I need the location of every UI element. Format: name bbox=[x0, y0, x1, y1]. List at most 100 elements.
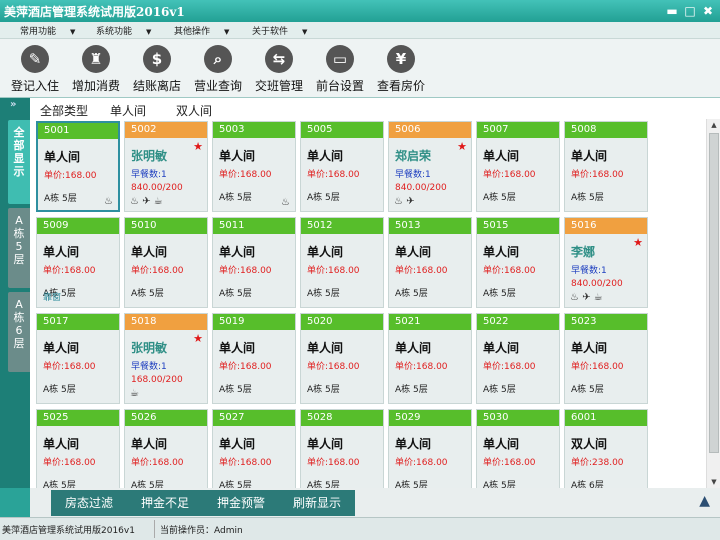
close-button[interactable]: ✖ bbox=[700, 3, 716, 19]
room-card[interactable]: 5011 单人间 单价:168.00 A栋 5层 bbox=[212, 217, 296, 308]
room-price-value: 168.00 bbox=[504, 458, 536, 468]
breakfast-count: 早餐数:1 bbox=[571, 263, 647, 276]
room-card[interactable]: 5005 单人间 单价:168.00 A栋 5层 bbox=[300, 121, 384, 212]
maximize-button[interactable]: □ bbox=[682, 3, 698, 19]
room-card[interactable]: 6001 双人间 单价:238.00 A栋 6层 bbox=[564, 409, 648, 488]
room-card[interactable]: 5015 单人间 单价:168.00 A栋 5层 bbox=[476, 217, 560, 308]
room-price-label: 单价: bbox=[395, 458, 417, 468]
tab-double[interactable]: 双人间 bbox=[176, 102, 212, 119]
room-card[interactable]: 5025 单人间 单价:168.00 A栋 5层 bbox=[36, 409, 120, 488]
vip-star-icon: ★ bbox=[193, 140, 203, 153]
toolbar-button-1[interactable]: ♜ 增加消费 bbox=[61, 43, 131, 95]
room-card[interactable]: 5016 李娜 早餐数:1 840.00/200 ♨ ✈ ☕ ★ bbox=[564, 217, 648, 308]
bottom-bar: 房态过滤 押金不足 押金预警 刷新显示 ▲ bbox=[30, 488, 720, 517]
room-card[interactable]: 5030 单人间 单价:168.00 A栋 5层 bbox=[476, 409, 560, 488]
scroll-thumb[interactable] bbox=[709, 133, 719, 453]
room-price-label: 单价: bbox=[307, 458, 329, 468]
toolbar-button-2[interactable]: $ 结账离店 bbox=[122, 43, 192, 95]
room-card[interactable]: 5017 单人间 单价:168.00 A栋 5层 bbox=[36, 313, 120, 404]
room-number: 5003 bbox=[213, 122, 295, 138]
room-card[interactable]: 5003 单人间 单价:168.00 A栋 5层 ♨ bbox=[212, 121, 296, 212]
nav-tab-char: 栋 bbox=[13, 227, 25, 240]
toolbar-button-3[interactable]: ⌕ 营业查询 bbox=[183, 43, 253, 95]
room-card[interactable]: 5002 张明敏 早餐数:1 840.00/200 ♨ ✈ ☕ ★ bbox=[124, 121, 208, 212]
room-card[interactable]: 5022 单人间 单价:168.00 A栋 5层 bbox=[476, 313, 560, 404]
room-price-label: 单价: bbox=[43, 266, 65, 276]
room-number: 5027 bbox=[213, 410, 295, 426]
toolbar-button-6[interactable]: ¥ 查看房价 bbox=[366, 43, 436, 95]
room-number: 5025 bbox=[37, 410, 119, 426]
room-number: 5015 bbox=[477, 218, 559, 234]
bottle-icon: ♜ bbox=[82, 45, 110, 73]
toolbar-label: 增加消费 bbox=[71, 79, 120, 93]
breakfast-count: 早餐数:1 bbox=[131, 167, 207, 180]
room-type: 单人间 bbox=[483, 341, 520, 355]
room-card[interactable]: 5027 单人间 单价:168.00 A栋 5层 bbox=[212, 409, 296, 488]
room-location: A栋 5层 bbox=[307, 481, 340, 488]
scroll-down-arrow-icon[interactable]: ▼ bbox=[709, 478, 719, 486]
vertical-scrollbar[interactable]: ▲ ▼ bbox=[706, 119, 720, 488]
room-card[interactable]: 5021 单人间 单价:168.00 A栋 5层 bbox=[388, 313, 472, 404]
room-card[interactable]: 5010 单人间 单价:168.00 A栋 5层 bbox=[124, 217, 208, 308]
room-price: 单价:168.00 bbox=[219, 167, 295, 180]
toolbar-button-4[interactable]: ⇆ 交班管理 bbox=[244, 43, 314, 95]
room-price: 单价:168.00 bbox=[483, 167, 559, 180]
toolbar-button-5[interactable]: ▭ 前台设置 bbox=[305, 43, 375, 95]
room-location: A栋 5层 bbox=[131, 481, 164, 488]
room-price-value: 168.00 bbox=[152, 458, 184, 468]
refresh-button[interactable]: 刷新显示 bbox=[279, 490, 355, 516]
toolbar-button-0[interactable]: ✎ 登记入住 bbox=[0, 43, 70, 95]
menu-about[interactable]: 关于软件 ▼ bbox=[252, 24, 307, 37]
room-card[interactable]: 5012 单人间 单价:168.00 A栋 5层 bbox=[300, 217, 384, 308]
room-price: 单价:168.00 bbox=[395, 263, 471, 276]
scroll-up-arrow-icon[interactable]: ▲ bbox=[709, 121, 719, 129]
breakfast-count-value: 1 bbox=[161, 362, 167, 372]
deposit-insufficient-button[interactable]: 押金不足 bbox=[127, 490, 203, 516]
room-card[interactable]: 5023 单人间 单价:168.00 A栋 5层 bbox=[564, 313, 648, 404]
nav-tab-all[interactable]: 全部显示 bbox=[8, 120, 30, 204]
room-price-label: 单价: bbox=[219, 170, 241, 180]
room-filter-button[interactable]: 房态过滤 bbox=[51, 490, 127, 516]
menu-common[interactable]: 常用功能 ▼ bbox=[20, 24, 75, 37]
consumption-deposit: 168.00/200 bbox=[131, 375, 183, 385]
room-card[interactable]: 5018 张明敏 早餐数:1 168.00/200 ☕ ★ bbox=[124, 313, 208, 404]
tab-single[interactable]: 单人间 bbox=[110, 102, 146, 119]
toolbar-label: 交班管理 bbox=[254, 79, 303, 93]
room-number: 5012 bbox=[301, 218, 383, 234]
menu-other[interactable]: 其他操作 ▼ bbox=[174, 24, 229, 37]
room-price-value: 168.00 bbox=[64, 458, 96, 468]
collapse-arrow-icon[interactable]: » bbox=[10, 99, 16, 110]
room-type: 单人间 bbox=[131, 437, 168, 451]
nav-tab-a5[interactable]: A栋5层 bbox=[8, 208, 30, 288]
room-type: 单人间 bbox=[307, 245, 344, 259]
room-card[interactable]: 5026 单人间 单价:168.00 A栋 5层 bbox=[124, 409, 208, 488]
room-type: 单人间 bbox=[483, 149, 520, 163]
breakfast-count-value: 1 bbox=[601, 266, 607, 276]
room-card[interactable]: 5029 单人间 单价:168.00 A栋 5层 bbox=[388, 409, 472, 488]
deposit-warning-button[interactable]: 押金预警 bbox=[203, 490, 279, 516]
room-card[interactable]: 5008 单人间 单价:168.00 A栋 5层 bbox=[564, 121, 648, 212]
room-price-label: 单价: bbox=[571, 362, 593, 372]
room-card[interactable]: 5019 单人间 单价:168.00 A栋 5层 bbox=[212, 313, 296, 404]
room-price: 单价:168.00 bbox=[307, 455, 383, 468]
room-number: 5020 bbox=[301, 314, 383, 330]
room-card[interactable]: 5006 郑启荣 早餐数:1 840.00/200 ♨ ✈ ★ bbox=[388, 121, 472, 212]
room-card[interactable]: 5028 单人间 单价:168.00 A栋 5层 bbox=[300, 409, 384, 488]
room-price-label: 单价: bbox=[483, 266, 505, 276]
consumption-deposit: 840.00/200 bbox=[571, 279, 623, 289]
menu-system[interactable]: 系统功能 ▼ bbox=[96, 24, 151, 37]
room-card[interactable]: 5020 单人间 单价:168.00 A栋 5层 bbox=[300, 313, 384, 404]
scroll-top-icon[interactable]: ▲ bbox=[699, 493, 710, 509]
minimize-button[interactable]: ▬ bbox=[664, 3, 680, 19]
room-card[interactable]: 5001 单人间 单价:168.00 A栋 5层 ♨ bbox=[36, 121, 120, 212]
room-price-value: 238.00 bbox=[592, 458, 624, 468]
nav-tab-a6[interactable]: A栋6层 bbox=[8, 292, 30, 372]
room-price-value: 168.00 bbox=[416, 362, 448, 372]
room-price: 单价:168.00 bbox=[219, 359, 295, 372]
room-card[interactable]: 5013 单人间 单价:168.00 A栋 5层 bbox=[388, 217, 472, 308]
room-price: 单价:168.00 bbox=[131, 263, 207, 276]
room-location: A栋 5层 bbox=[395, 481, 428, 488]
room-card[interactable]: 5007 单人间 单价:168.00 A栋 5层 bbox=[476, 121, 560, 212]
room-card[interactable]: 5009 单人间 单价:168.00 A栋 5层 靠窗 bbox=[36, 217, 120, 308]
room-type: 单人间 bbox=[483, 245, 520, 259]
